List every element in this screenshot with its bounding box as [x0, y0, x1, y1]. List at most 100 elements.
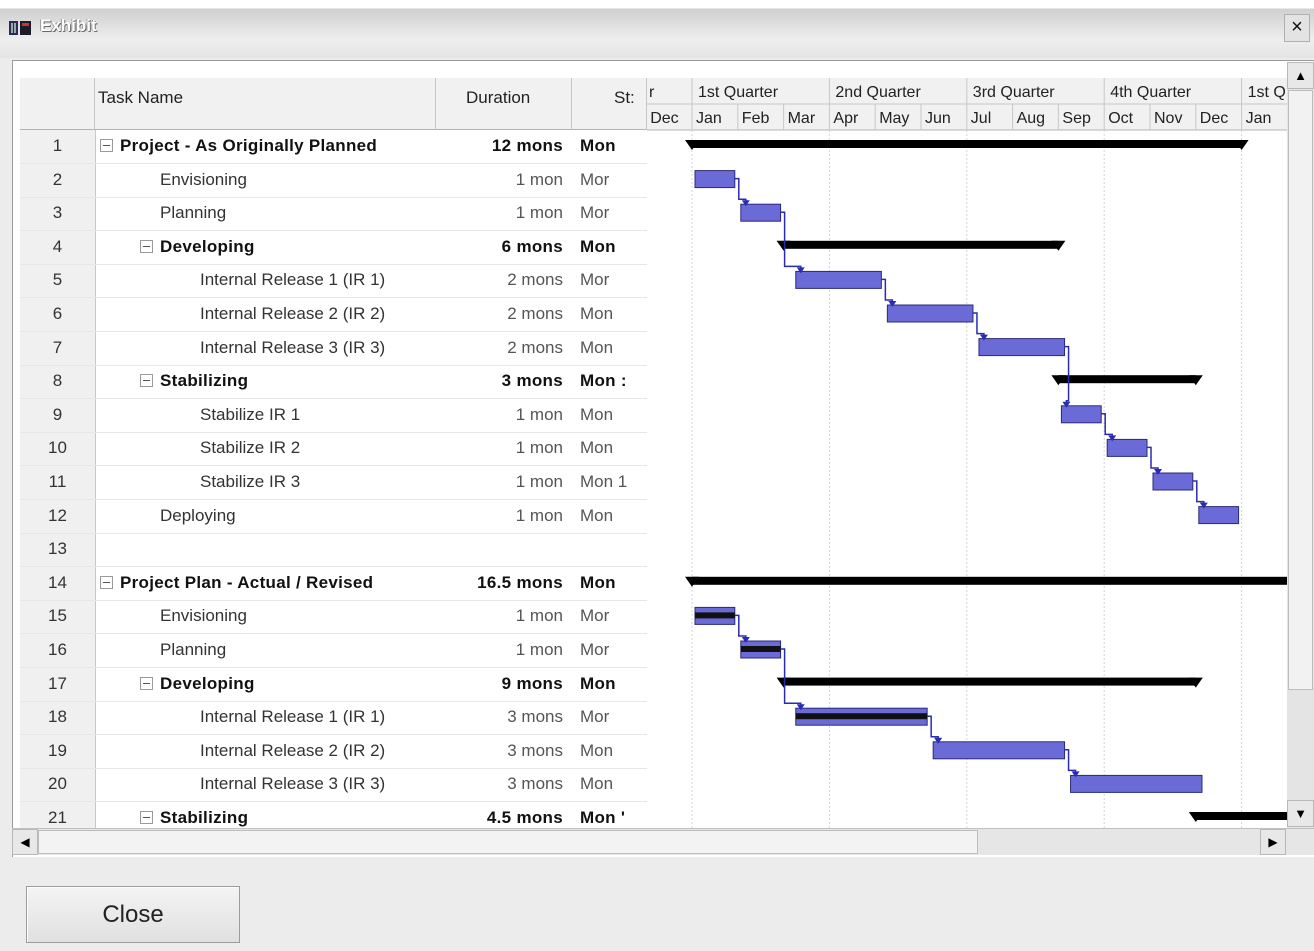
scroll-right-button[interactable]: ▶ — [1260, 829, 1286, 855]
window-close-button[interactable]: × — [1284, 14, 1310, 42]
scroll-up-button[interactable]: ▲ — [1287, 62, 1314, 89]
duration-cell[interactable]: 3 mons — [436, 774, 563, 794]
table-row[interactable]: 8 Stabilizing 3 mons Mon : — [20, 365, 647, 400]
task-name-cell[interactable]: Internal Release 3 (IR 3) — [200, 774, 385, 794]
table-row[interactable]: 17 Developing 9 mons Mon — [20, 668, 647, 702]
horizontal-scroll-thumb[interactable] — [38, 830, 978, 854]
start-cell[interactable]: Mon — [580, 741, 640, 761]
collapse-toggle-icon[interactable] — [100, 575, 113, 589]
start-cell[interactable]: Mon — [580, 774, 640, 794]
duration-cell[interactable]: 3 mons — [436, 371, 563, 391]
duration-cell[interactable]: 4.5 mons — [436, 808, 563, 828]
table-row[interactable]: 1 Project - As Originally Planned 12 mons M… — [20, 130, 647, 164]
scroll-down-button[interactable]: ▼ — [1287, 800, 1314, 827]
duration-cell[interactable]: 6 mons — [436, 237, 563, 257]
collapse-toggle-icon[interactable] — [100, 139, 113, 152]
task-name-cell[interactable]: Stabilize IR 1 — [200, 405, 300, 425]
duration-cell[interactable]: 1 mon — [436, 405, 563, 425]
start-cell[interactable]: Mor — [580, 170, 640, 190]
start-cell[interactable]: Mon — [580, 506, 640, 526]
task-name-cell[interactable]: Internal Release 1 (IR 1) — [200, 707, 385, 727]
task-name-cell[interactable]: Internal Release 2 (IR 2) — [200, 741, 385, 761]
task-name-cell[interactable]: Envisioning — [160, 170, 247, 190]
table-row[interactable]: 10 Stabilize IR 2 1 mon Mon — [20, 432, 647, 467]
task-name-cell[interactable]: Stabilize IR 3 — [200, 472, 300, 492]
table-row[interactable]: 11 Stabilize IR 3 1 mon Mon 1 — [20, 466, 647, 500]
duration-cell[interactable]: 1 mon — [436, 170, 563, 190]
close-button[interactable]: Close — [26, 886, 240, 943]
table-row[interactable]: 14 Project Plan - Actual / Revised 16.5 mo… — [20, 567, 647, 601]
duration-cell[interactable]: 1 mon — [436, 640, 563, 660]
duration-cell[interactable]: 2 mons — [436, 304, 563, 324]
start-cell[interactable]: Mon — [580, 304, 640, 324]
duration-cell[interactable]: 12 mons — [436, 136, 563, 156]
scroll-left-button[interactable]: ◀ — [12, 829, 38, 855]
task-name-cell[interactable]: Stabilizing — [140, 371, 248, 391]
task-name-cell[interactable]: Project Plan - Actual / Revised — [100, 573, 373, 593]
table-row[interactable]: 5 Internal Release 1 (IR 1) 2 mons Mor — [20, 264, 647, 299]
task-name-cell[interactable]: Developing — [140, 237, 255, 257]
start-cell[interactable]: Mon : — [580, 371, 640, 391]
task-name-cell[interactable]: Internal Release 3 (IR 3) — [200, 338, 385, 358]
task-name-cell[interactable]: Deploying — [160, 506, 236, 526]
collapse-toggle-icon[interactable] — [140, 239, 153, 253]
task-name-cell[interactable]: Project - As Originally Planned — [100, 136, 377, 156]
task-name-cell[interactable]: Stabilize IR 2 — [200, 438, 300, 458]
task-name-cell[interactable]: Internal Release 1 (IR 1) — [200, 270, 385, 290]
header-duration[interactable]: Duration — [436, 78, 572, 130]
start-cell[interactable]: Mon — [580, 338, 640, 358]
duration-cell[interactable]: 1 mon — [436, 203, 563, 223]
start-cell[interactable]: Mor — [580, 203, 640, 223]
vertical-scrollbar[interactable]: ▲ ▼ — [1287, 62, 1314, 828]
task-name-cell[interactable]: Envisioning — [160, 606, 247, 626]
task-name-cell[interactable]: Developing — [140, 674, 255, 694]
table-row[interactable]: 9 Stabilize IR 1 1 mon Mon — [20, 399, 647, 433]
table-row[interactable]: 21 Stabilizing 4.5 mons Mon ' — [20, 802, 647, 828]
start-cell[interactable]: Mon — [580, 237, 640, 257]
start-cell[interactable]: Mor — [580, 707, 640, 727]
task-name-cell[interactable]: Planning — [160, 203, 226, 223]
table-row[interactable]: 7 Internal Release 3 (IR 3) 2 mons Mon — [20, 332, 647, 366]
start-cell[interactable]: Mon — [580, 438, 640, 458]
table-row[interactable]: 15 Envisioning 1 mon Mor — [20, 600, 647, 635]
table-row[interactable]: 6 Internal Release 2 (IR 2) 2 mons Mon — [20, 298, 647, 332]
horizontal-scrollbar[interactable]: ◀ ▶ — [12, 828, 1314, 855]
duration-cell[interactable]: 1 mon — [436, 472, 563, 492]
duration-cell[interactable]: 1 mon — [436, 606, 563, 626]
table-row[interactable]: 3 Planning 1 mon Mor — [20, 197, 647, 232]
task-name-cell[interactable]: Stabilizing — [140, 808, 248, 828]
start-cell[interactable]: Mor — [580, 606, 640, 626]
start-cell[interactable]: Mon — [580, 405, 640, 425]
vertical-scroll-thumb[interactable] — [1288, 90, 1313, 690]
duration-cell[interactable]: 1 mon — [436, 438, 563, 458]
table-row[interactable]: 2 Envisioning 1 mon Mor — [20, 164, 647, 198]
start-cell[interactable]: Mor — [580, 270, 640, 290]
duration-cell[interactable]: 16.5 mons — [436, 573, 563, 593]
header-start[interactable]: St: — [572, 78, 647, 130]
start-cell[interactable]: Mon 1 — [580, 472, 640, 492]
collapse-toggle-icon[interactable] — [140, 676, 153, 690]
table-row[interactable]: 12 Deploying 1 mon Mon — [20, 500, 647, 534]
task-name-cell[interactable]: Planning — [160, 640, 226, 660]
table-row[interactable]: 18 Internal Release 1 (IR 1) 3 mons Mor — [20, 701, 647, 736]
table-row[interactable]: 4 Developing 6 mons Mon — [20, 231, 647, 265]
table-row[interactable]: 16 Planning 1 mon Mor — [20, 634, 647, 668]
duration-cell[interactable]: 9 mons — [436, 674, 563, 694]
table-row[interactable]: 19 Internal Release 2 (IR 2) 3 mons Mon — [20, 735, 647, 769]
table-row[interactable]: 13 — [20, 533, 647, 568]
duration-cell[interactable]: 2 mons — [436, 270, 563, 290]
start-cell[interactable]: Mor — [580, 640, 640, 660]
start-cell[interactable]: Mon ' — [580, 808, 640, 828]
table-row[interactable]: 20 Internal Release 3 (IR 3) 3 mons Mon — [20, 768, 647, 803]
start-cell[interactable]: Mon — [580, 136, 640, 156]
header-task-name[interactable]: Task Name — [95, 78, 436, 130]
start-cell[interactable]: Mon — [580, 674, 640, 694]
start-cell[interactable]: Mon — [580, 573, 640, 593]
collapse-toggle-icon[interactable] — [140, 811, 153, 824]
duration-cell[interactable]: 1 mon — [436, 506, 563, 526]
task-name-cell[interactable]: Internal Release 2 (IR 2) — [200, 304, 385, 324]
duration-cell[interactable]: 3 mons — [436, 741, 563, 761]
duration-cell[interactable]: 3 mons — [436, 707, 563, 727]
collapse-toggle-icon[interactable] — [140, 374, 153, 388]
duration-cell[interactable]: 2 mons — [436, 338, 563, 358]
